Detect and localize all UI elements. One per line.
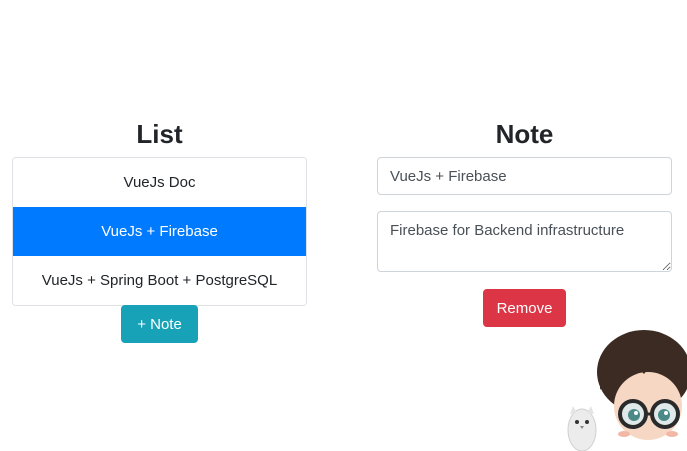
note-body-textarea[interactable]: Firebase for Backend infrastructure bbox=[377, 211, 672, 272]
note-title-input[interactable] bbox=[377, 157, 672, 195]
note-heading: Note bbox=[495, 119, 554, 149]
list-panel: List VueJs Doc VueJs + Firebase VueJs + … bbox=[12, 117, 307, 306]
list-item-vuejs-spring-boot[interactable]: VueJs + Spring Boot + PostgreSQL bbox=[13, 256, 306, 305]
app-root: List VueJs Doc VueJs + Firebase VueJs + … bbox=[0, 0, 687, 451]
remove-note-button[interactable]: Remove bbox=[483, 289, 566, 327]
owl-icon bbox=[567, 406, 597, 451]
note-panel: Note Firebase for Backend infrastructure bbox=[377, 117, 672, 272]
note-list: VueJs Doc VueJs + Firebase VueJs + Sprin… bbox=[12, 157, 307, 306]
list-item-vuejs-doc[interactable]: VueJs Doc bbox=[13, 158, 306, 207]
list-item-vuejs-firebase[interactable]: VueJs + Firebase bbox=[13, 207, 306, 256]
wizard-figure bbox=[597, 330, 687, 440]
mascot-icon bbox=[567, 330, 687, 451]
list-heading: List bbox=[136, 119, 183, 149]
add-note-button[interactable]: + Note bbox=[121, 305, 198, 343]
